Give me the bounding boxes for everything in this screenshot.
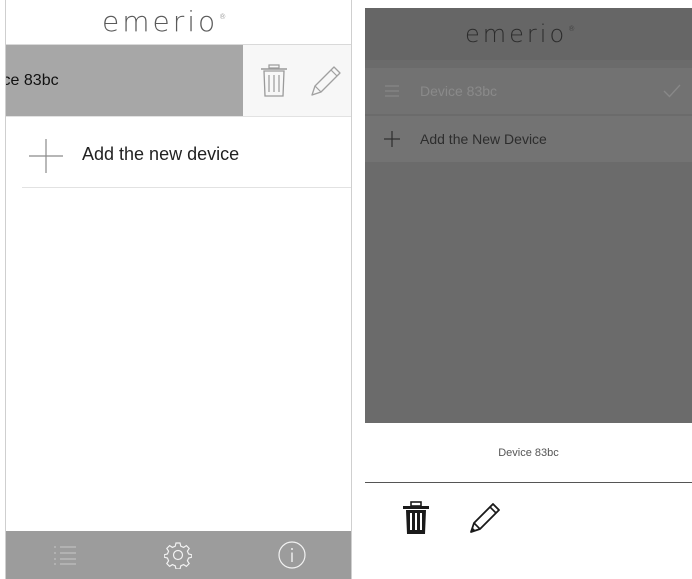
delete-button[interactable]: [259, 64, 289, 98]
add-device-row[interactable]: Add the new device: [22, 120, 351, 186]
add-device-label: Add the new device: [82, 144, 240, 164]
tab-list[interactable]: [25, 531, 105, 579]
list-icon: [54, 546, 76, 565]
right-screen: emerio® Device 83bc Add the New Device D…: [365, 8, 692, 579]
edit-button[interactable]: [309, 64, 343, 98]
emerio-logo: emerio®: [102, 5, 227, 38]
action-sheet-title: Device 83bc: [365, 423, 692, 482]
add-device-label: Add the New Device: [420, 131, 547, 147]
pencil-icon: [470, 503, 500, 533]
device-name: ice 83bc: [6, 72, 59, 89]
plus-icon: [384, 131, 400, 147]
trash-icon: [261, 64, 287, 97]
edit-button[interactable]: [468, 501, 502, 535]
tab-info[interactable]: [252, 531, 332, 579]
divider: [22, 187, 351, 188]
pencil-icon: [311, 66, 341, 96]
swipe-actions: [243, 45, 351, 116]
device-name: Device 83bc: [420, 83, 498, 99]
delete-button[interactable]: [402, 501, 430, 535]
menu-icon: [385, 85, 399, 97]
device-row-swiped[interactable]: ice 83bc: [6, 45, 351, 116]
action-sheet: [365, 483, 692, 579]
device-row[interactable]: Device 83bc: [365, 68, 692, 114]
left-screen: emerio® ice 83bc: [5, 0, 352, 579]
checkmark-icon: [663, 84, 681, 98]
info-icon: [278, 541, 306, 569]
tab-settings[interactable]: [138, 531, 218, 579]
add-device-row[interactable]: Add the New Device: [365, 116, 692, 162]
device-row-content[interactable]: ice 83bc: [6, 45, 243, 116]
emerio-logo: emerio®: [465, 20, 576, 48]
tab-bar: [6, 531, 351, 579]
divider: [6, 116, 351, 117]
app-header: emerio®: [6, 0, 351, 45]
app-header: emerio®: [365, 8, 692, 60]
plus-icon: [29, 139, 63, 173]
gear-icon: [164, 542, 192, 569]
trash-icon: [403, 501, 429, 534]
